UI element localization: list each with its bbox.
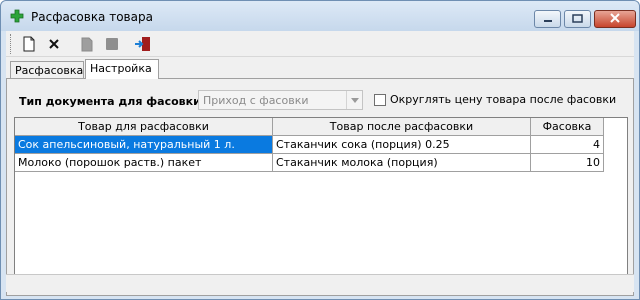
toolbar	[6, 31, 634, 57]
doc-type-label: Тип документа для фасовки	[19, 95, 201, 108]
doc-type-select[interactable]: Приход с фасовки	[198, 90, 363, 110]
app-window: Расфасовка товара Расфасовка Настройка Т…	[0, 0, 640, 300]
maximize-icon	[572, 13, 583, 26]
minimize-button[interactable]	[534, 10, 561, 28]
cell-pack[interactable]: 4	[531, 136, 604, 154]
close-button[interactable]	[594, 10, 636, 28]
close-icon	[610, 12, 620, 26]
round-price-label[interactable]: Округлять цену товара после фасовки	[390, 93, 616, 106]
minimize-icon	[543, 13, 553, 26]
packing-grid: Товар для расфасовки Товар после расфасо…	[14, 117, 628, 287]
table-row[interactable]: Сок апельсиновый, натуральный 1 л. Стака…	[15, 136, 627, 154]
cell-source[interactable]: Молоко (порошок раств.) пакет	[15, 154, 273, 172]
new-document-icon[interactable]	[18, 34, 40, 54]
status-bar	[6, 274, 634, 292]
settings-panel: Тип документа для фасовки Приход с фасов…	[6, 78, 634, 296]
green-plus-icon	[10, 9, 24, 23]
doc-type-value: Приход с фасовки	[203, 94, 309, 107]
window-title: Расфасовка товара	[31, 10, 153, 24]
cell-source[interactable]: Сок апельсиновый, натуральный 1 л.	[15, 136, 273, 154]
cell-target[interactable]: Стаканчик сока (порция) 0.25	[273, 136, 531, 154]
column-header-pack[interactable]: Фасовка	[531, 118, 604, 136]
round-price-checkbox[interactable]	[374, 94, 386, 106]
client-area: Расфасовка Настройка Тип документа для ф…	[6, 31, 634, 296]
column-header-source[interactable]: Товар для расфасовки	[15, 118, 273, 136]
tab-settings[interactable]: Настройка	[85, 59, 159, 79]
tab-packing[interactable]: Расфасовка	[10, 61, 84, 79]
title-bar[interactable]: Расфасовка товара	[1, 1, 639, 31]
save-icon-disabled	[101, 34, 123, 54]
column-header-target[interactable]: Товар после расфасовки	[273, 118, 531, 136]
maximize-button[interactable]	[564, 10, 591, 28]
exit-icon[interactable]	[132, 34, 154, 54]
cell-pack[interactable]: 10	[531, 154, 604, 172]
delete-icon[interactable]	[43, 34, 65, 54]
toolbar-grip[interactable]	[10, 34, 13, 54]
table-row[interactable]: Молоко (порошок раств.) пакет Стаканчик …	[15, 154, 627, 172]
copy-icon-disabled	[76, 34, 98, 54]
grid-header: Товар для расфасовки Товар после расфасо…	[15, 118, 627, 136]
chevron-down-icon[interactable]	[346, 91, 362, 109]
cell-target[interactable]: Стаканчик молока (порция)	[273, 154, 531, 172]
tab-strip: Расфасовка Настройка	[6, 59, 634, 79]
